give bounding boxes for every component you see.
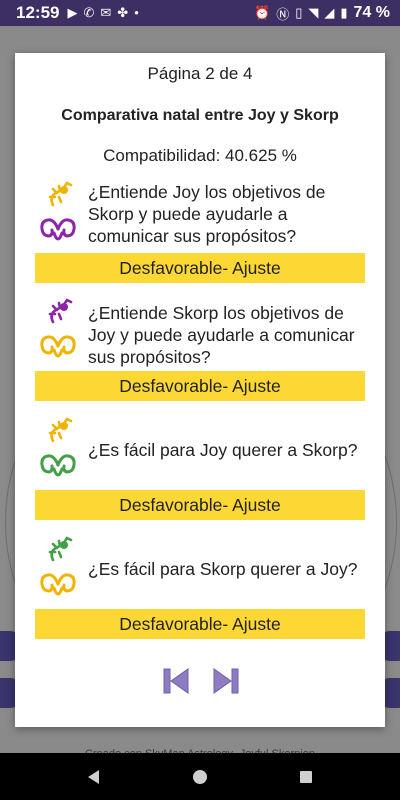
system-nav-bar <box>0 753 400 800</box>
gmail-icon: ✉ <box>100 5 112 20</box>
dot-icon: • <box>134 5 139 20</box>
aries-icon <box>40 335 76 358</box>
question-text: ¿Es fácil para Joy querer a Skorp? <box>88 440 358 460</box>
comparison-dialog: Página 2 de 4 Comparativa natal entre Jo… <box>15 53 385 727</box>
home-icon[interactable] <box>192 769 208 785</box>
question-text: ¿Es fácil para Skorp querer a Joy? <box>88 559 358 579</box>
scorpio-icon <box>48 536 73 562</box>
verdict-badge: Desfavorable- Ajuste <box>35 490 365 520</box>
verdict-badge: Desfavorable- Ajuste <box>35 371 365 401</box>
battery-icon: ▮ <box>340 5 348 20</box>
recents-icon[interactable] <box>298 769 314 785</box>
whatsapp-icon: ✆ <box>83 5 95 20</box>
dialog-title: Comparativa natal entre Joy y Skorp <box>61 107 339 124</box>
question-text: ¿Entiende Joy los objetivos de Skorp y p… <box>88 182 326 246</box>
wifi-icon: ◥ <box>308 5 319 20</box>
aries-icon <box>40 573 76 596</box>
scorpio-icon <box>48 181 73 207</box>
nfc-icon: Ⓝ <box>276 6 290 22</box>
scorpio-icon <box>48 298 73 324</box>
settings-icon: ✤ <box>117 5 129 20</box>
verdict-badge: Desfavorable- Ajuste <box>35 609 365 639</box>
battery-level: 74 % <box>353 4 390 21</box>
vibrate-icon: ▯ <box>295 5 303 20</box>
skip-previous-icon[interactable] <box>161 666 191 696</box>
signal-icon: ◢ <box>324 5 335 20</box>
question-text: ¿Entiende Skorp los objetivos de Joy y p… <box>88 303 355 367</box>
page-indicator: Página 2 de 4 <box>147 64 253 83</box>
status-bar: 12:59 ▶ ✆ ✉ ✤ • ⏰ Ⓝ ▯ ◥ ◢ ▮ 74 % <box>0 0 400 26</box>
skip-next-icon[interactable] <box>211 666 241 696</box>
scorpio-icon <box>48 417 73 443</box>
notification-icon: ▶ <box>67 5 78 20</box>
aries-icon <box>40 454 76 477</box>
verdict-badge: Desfavorable- Ajuste <box>35 253 365 283</box>
notification-icons: ▶ ✆ ✉ ✤ • <box>67 5 138 21</box>
compatibility-score: Compatibilidad: 40.625 % <box>103 146 297 165</box>
aries-icon <box>40 218 76 241</box>
alarm-icon: ⏰ <box>254 5 271 20</box>
clock: 12:59 <box>16 3 60 22</box>
pagination-controls <box>161 666 241 696</box>
back-icon[interactable] <box>86 769 102 785</box>
